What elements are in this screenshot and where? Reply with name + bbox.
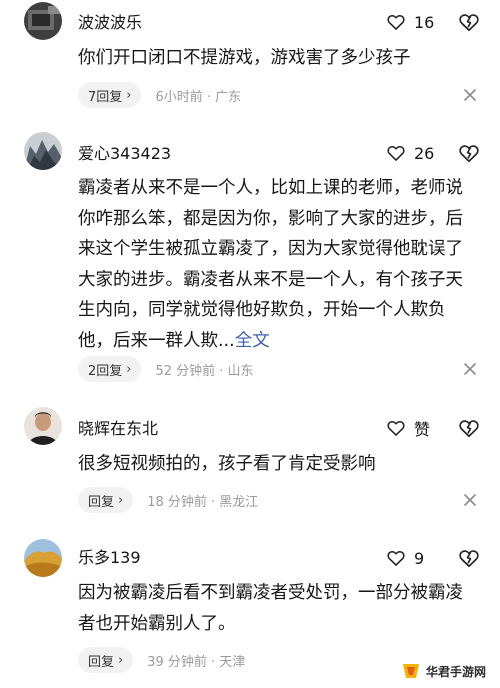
avatar[interactable] [24,132,62,170]
username[interactable]: 晓辉在东北 [78,419,158,439]
heart-icon [387,421,405,436]
watermark-logo-icon [403,664,419,678]
like-count: 16 [414,12,435,32]
dislike-icon[interactable] [458,547,480,569]
like-button[interactable]: 16 [386,10,434,34]
dislike-icon[interactable] [458,142,480,164]
meta-row: 回复 › 18 分钟前 · 黑龙江 [78,487,258,513]
chevron-right-icon: › [126,361,132,377]
comment-meta: 18 分钟前 · 黑龙江 [147,494,259,510]
like-count: 赞 [414,420,431,439]
close-icon[interactable] [463,362,477,376]
reply-label: 7回复 [88,89,123,105]
like-button[interactable]: 9 [386,546,424,570]
avatar[interactable] [24,407,62,445]
dislike-icon[interactable] [458,11,480,33]
comment-text: 霸凌者从来不是一个人，比如上课的老师，老师说你咋那么笨，都是因为你，影响了大家的… [78,173,478,356]
like-count: 9 [414,548,425,568]
avatar[interactable] [24,2,62,40]
dislike-icon[interactable] [458,417,480,439]
avatar[interactable] [24,539,62,577]
chevron-right-icon: › [126,87,132,103]
meta-row: 回复 › 39 分钟前 · 天津 [78,647,245,673]
reply-label: 回复 [88,494,115,510]
expand-link[interactable]: 全文 [235,331,270,351]
like-button[interactable]: 赞 [386,416,430,440]
chevron-right-icon: › [118,492,124,508]
like-button[interactable]: 26 [386,141,434,165]
like-count: 26 [414,143,435,163]
reply-button[interactable]: 回复 › [78,487,134,513]
comment-meta: 6小时前 · 广东 [155,89,242,105]
comment-item: 爱心343423 26 霸凌者从来不是一个人，比如上课的老师，老师说你咋那么笨，… [0,120,500,396]
close-icon[interactable] [463,88,477,102]
reply-button[interactable]: 7回复 › [78,82,142,108]
heart-icon [387,15,405,30]
chevron-right-icon: › [118,652,124,668]
comment-item: 波波波乐 16 你们开口闭口不提游戏，游戏害了多少孩子 7回复 › 6小时前 ·… [0,0,500,120]
reply-label: 回复 [88,654,115,670]
watermark-text: 华君手游网 [426,664,487,679]
reply-button[interactable]: 回复 › [78,647,134,673]
meta-row: 2回复 › 52 分钟前 · 山东 [78,356,254,382]
reply-label: 2回复 [88,363,123,379]
comment-text: 很多短视频拍的，孩子看了肯定受影响 [78,454,376,474]
comment-text: 你们开口闭口不提游戏，游戏害了多少孩子 [78,48,411,68]
reply-button[interactable]: 2回复 › [78,356,142,382]
heart-icon [387,551,405,566]
comment-meta: 52 分钟前 · 山东 [155,363,254,379]
comment-meta: 39 分钟前 · 天津 [147,654,246,670]
username[interactable]: 爱心343423 [78,144,171,164]
username[interactable]: 乐多139 [78,548,141,568]
comment-text-body: 霸凌者从来不是一个人，比如上课的老师，老师说你咋那么笨，都是因为你，影响了大家的… [78,178,463,351]
comment-text: 因为被霸凌后看不到霸凌者受处罚，一部分被霸凌者也开始霸别人了。 [78,583,463,634]
watermark: 华君手游网 [396,657,498,685]
username[interactable]: 波波波乐 [78,13,142,33]
comment-item: 晓辉在东北 赞 很多短视频拍的，孩子看了肯定受影响 回复 › 18 分钟前 · … [0,396,500,526]
close-icon[interactable] [463,493,477,507]
meta-row: 7回复 › 6小时前 · 广东 [78,82,241,108]
heart-icon [387,146,405,161]
